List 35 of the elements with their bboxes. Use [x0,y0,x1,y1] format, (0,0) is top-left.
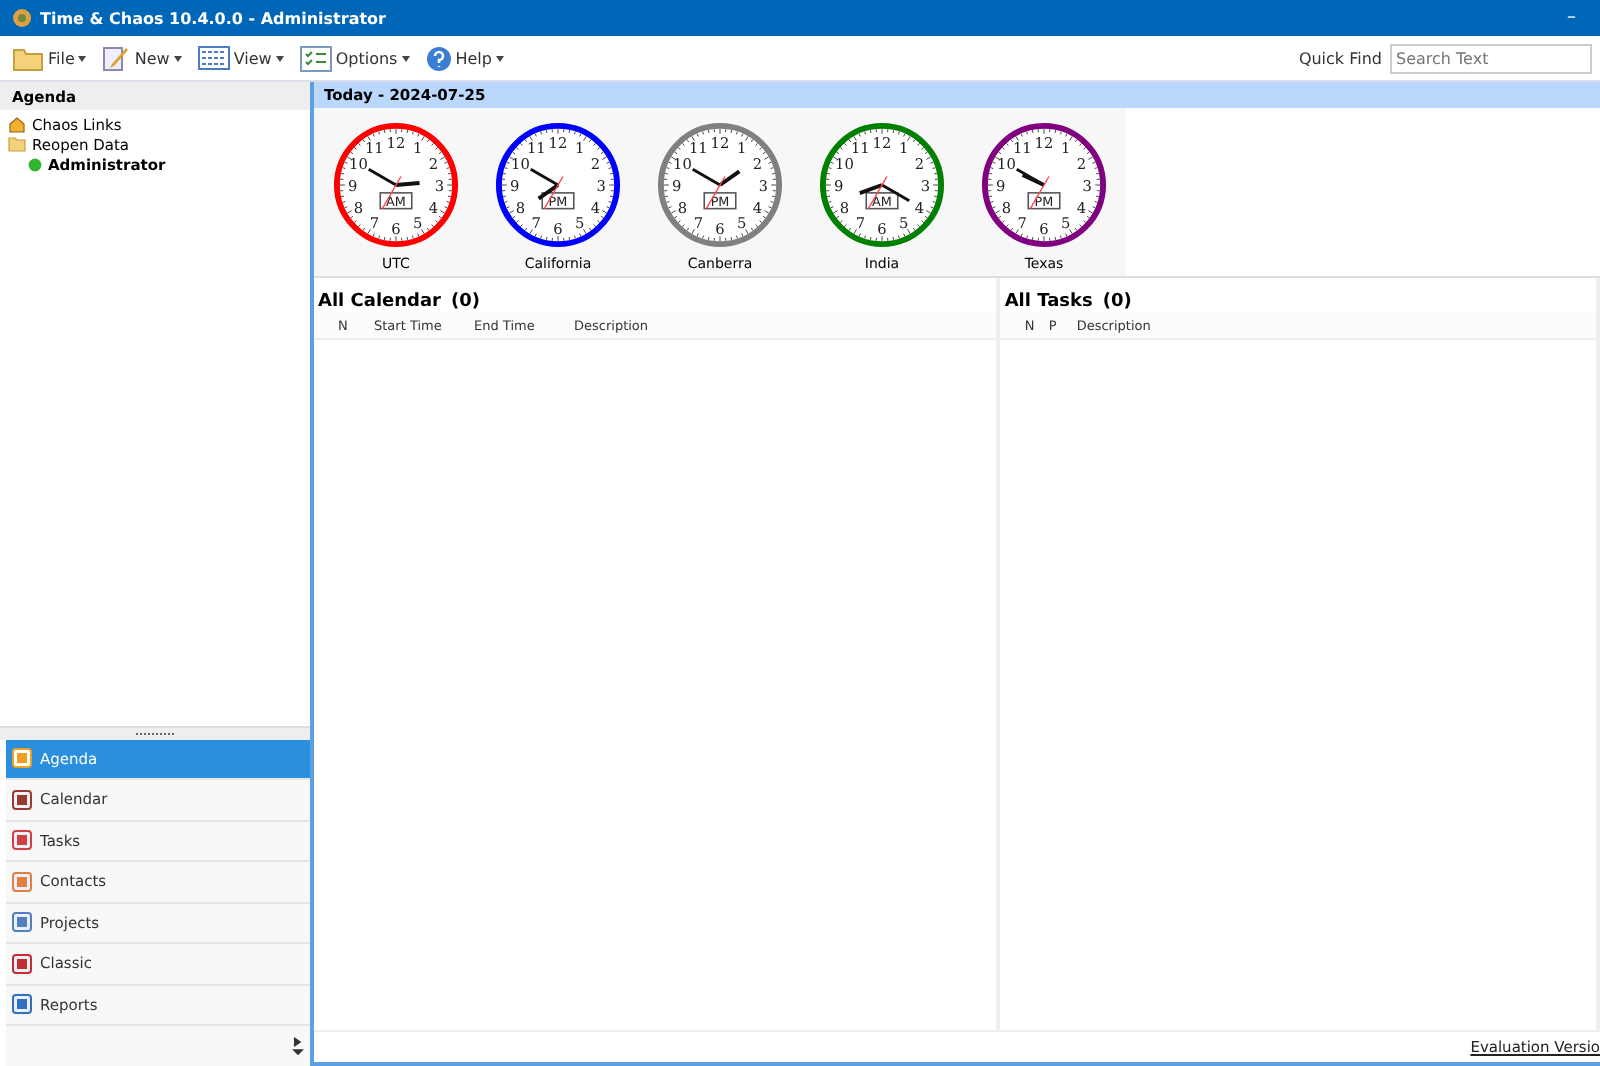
app-logo-icon [12,8,32,28]
caret-icon [78,55,87,61]
panel-title: All Calendar [318,292,441,312]
checklist-icon [299,45,332,71]
nav-icon [12,830,32,851]
toolbar-menu[interactable]: New [98,44,186,72]
toolbar-menu[interactable]: File [8,44,91,72]
minimize-button[interactable]: – [1555,8,1588,28]
window-title: Time & Chaos 10.4.0.0 - Administrator [40,9,388,27]
house-icon [8,115,26,133]
nav-icon [12,994,32,1015]
caret-icon [275,55,284,61]
help-icon [425,45,452,71]
item-count: (0) [451,292,480,312]
toolbar-menu[interactable]: View [193,46,288,70]
toolbar-menu[interactable]: Help [421,45,508,71]
folder-icon [8,136,26,152]
folder-icon [12,44,44,72]
panel-title: All Tasks [1004,292,1093,312]
nav-icon [12,953,32,974]
nav-icon [12,912,32,933]
quick-find-label: Quick Find [1298,49,1382,67]
grid-icon [197,46,230,70]
search-field[interactable]: Search Text [1390,43,1592,73]
caret-icon [173,55,182,61]
status-dot-icon [28,157,42,171]
item-count: (0) [1102,292,1132,312]
caret-icon [495,55,504,61]
nav-icon [12,748,32,769]
chevron-icon[interactable] [292,1036,304,1056]
pencil-icon [102,44,131,72]
toolbar-menu[interactable]: Options [295,45,414,71]
nav-icon [12,871,32,892]
nav-icon [12,789,32,810]
caret-icon [401,55,410,61]
